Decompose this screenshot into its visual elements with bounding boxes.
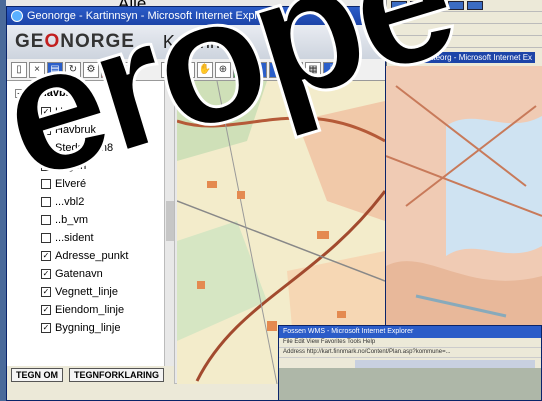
win3-title: Fossen WMS - Microsoft Internet Explorer — [279, 326, 541, 338]
layer-checkbox[interactable]: ✓ — [41, 287, 51, 297]
layer-checkbox[interactable]: ✓ — [41, 323, 51, 333]
layer-label: ...sident — [55, 232, 94, 244]
layer-label: Gatenavn — [55, 268, 103, 280]
tertiary-browser-window: Fossen WMS - Microsoft Internet Explorer… — [278, 325, 542, 401]
secondary-map[interactable] — [386, 66, 542, 342]
layer-label: Bygning_linje — [55, 322, 121, 334]
panel-tabs: TEGN OM TEGNFORKLARING — [7, 366, 175, 384]
layer-checkbox[interactable] — [41, 233, 51, 243]
layer-label: Adresse_punkt — [55, 250, 129, 262]
layer-label: Vegnett_linje — [55, 286, 118, 298]
layer-item[interactable]: ✓ Bygning_linje — [15, 319, 174, 337]
layer-item[interactable]: ✓ Adresse_punkt — [15, 247, 174, 265]
layer-item[interactable]: ✓ Gatenavn — [15, 265, 174, 283]
layer-item[interactable]: ✓ Eiendom_linje — [15, 301, 174, 319]
scroll-thumb[interactable] — [166, 201, 174, 241]
win3-address[interactable]: Address http://kart.finnmark.no/Content/… — [279, 348, 541, 358]
layer-item[interactable]: ✓ Vegnett_linje — [15, 283, 174, 301]
win3-menu[interactable]: File Edit View Favorites Tools Help — [279, 338, 541, 348]
tab-tegnforklaring[interactable]: TEGNFORKLARING — [69, 368, 164, 382]
layer-item[interactable]: ...sident — [15, 229, 174, 247]
layer-checkbox[interactable]: ✓ — [41, 251, 51, 261]
layer-checkbox[interactable]: ✓ — [41, 305, 51, 315]
layer-label: ..b_vm — [55, 214, 89, 226]
win3-map[interactable] — [279, 368, 541, 400]
layer-checkbox[interactable]: ✓ — [41, 269, 51, 279]
win2-tool-button[interactable] — [448, 1, 464, 10]
win2-tool-button[interactable] — [467, 1, 483, 10]
layer-checkbox[interactable] — [41, 215, 51, 225]
tab-tegn-om[interactable]: TEGN OM — [11, 368, 63, 382]
secondary-map-drawing — [386, 66, 542, 342]
layer-label: Eiendom_linje — [55, 304, 125, 316]
